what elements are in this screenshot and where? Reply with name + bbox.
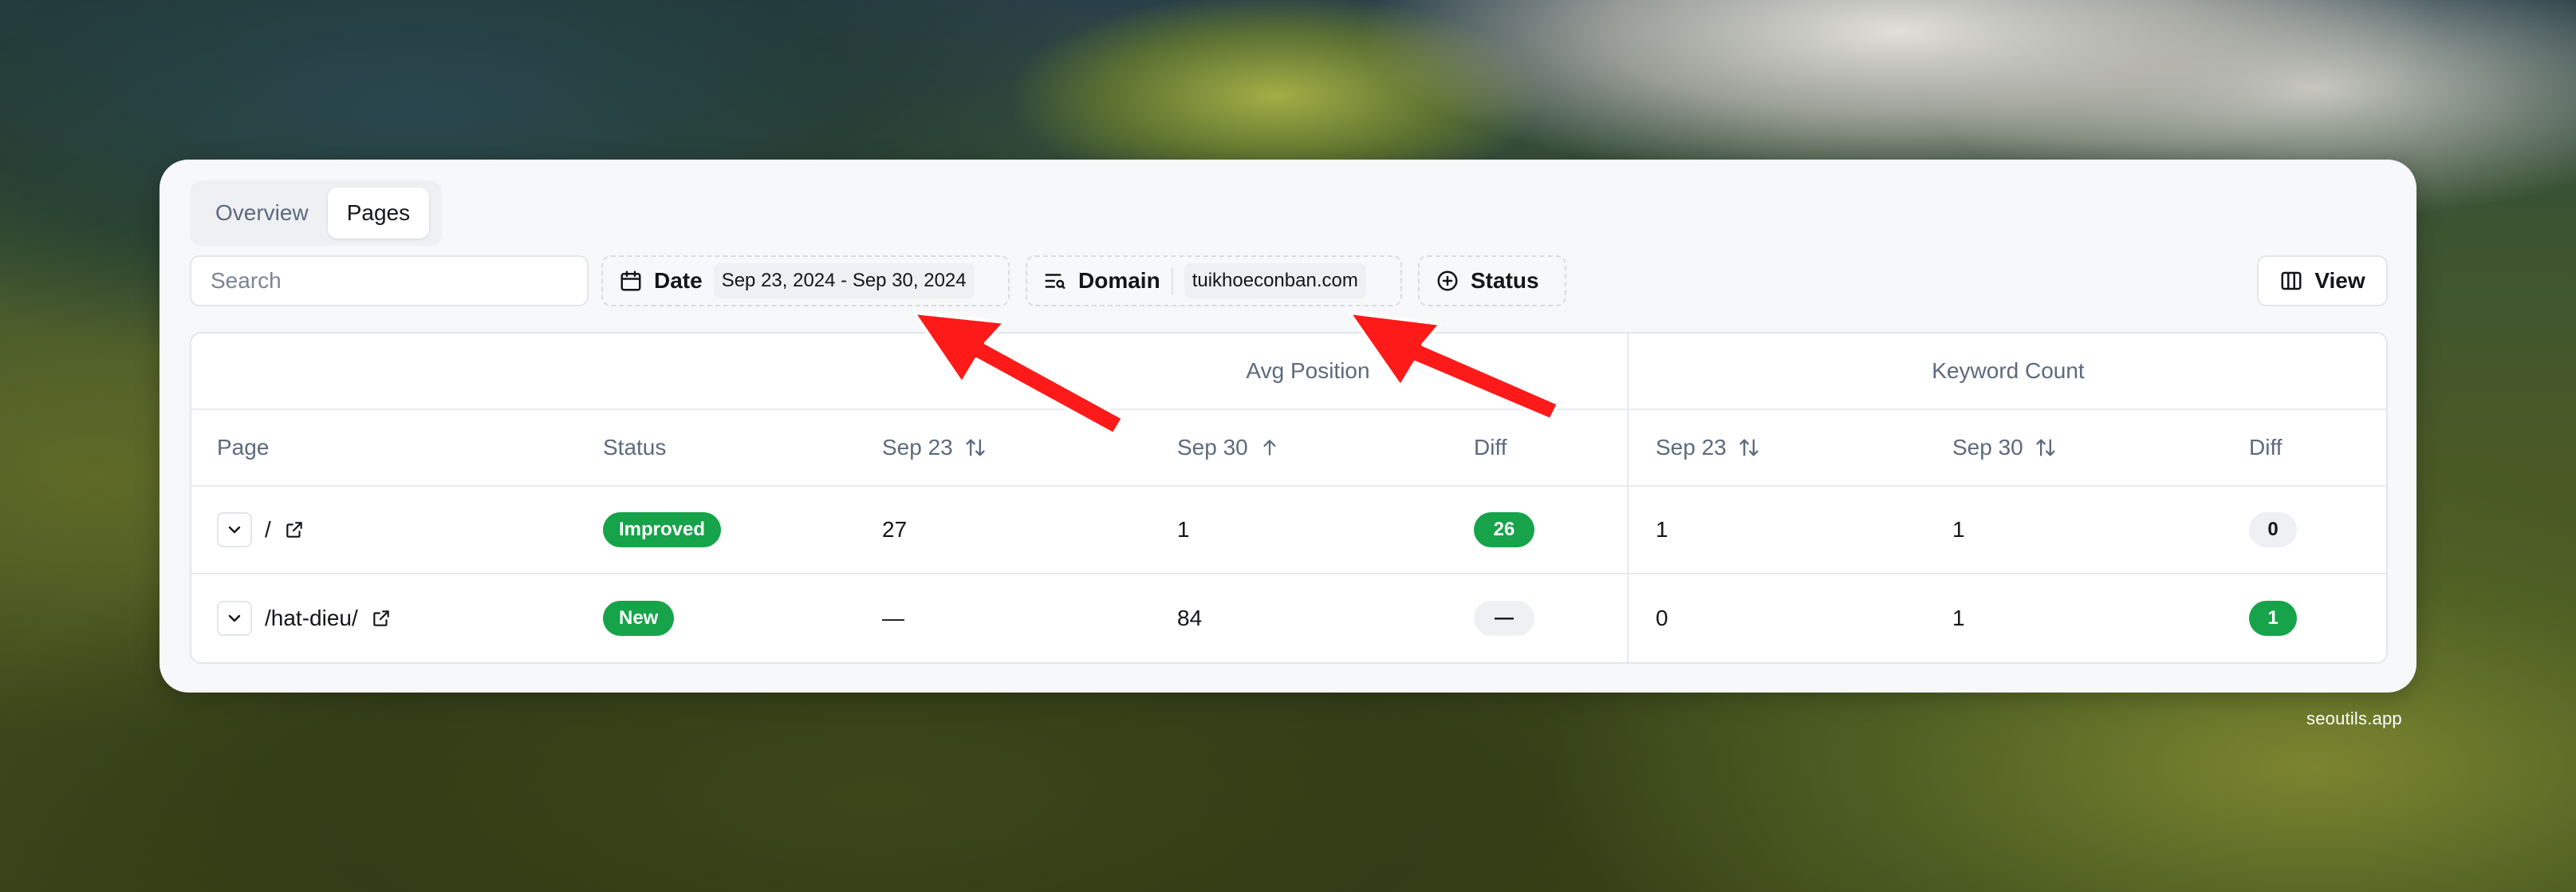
kw-sep30-cell: 1 [1952,517,1965,542]
date-range-chip: Sep 23, 2024 - Sep 30, 2024 [713,263,975,298]
col-header-label: Status [603,435,667,460]
columns-icon [2279,269,2303,293]
pos-sep30-cell: 1 [1177,517,1190,542]
pages-card: Overview Pages Date Sep 23, 2024 - Sep 3… [160,160,2416,693]
kw-sep23-cell: 0 [1656,606,1668,630]
sort-ascending-icon [1259,437,1280,458]
sort-icon [2034,436,2057,459]
col-header-page: Page [217,410,269,485]
expand-row-button[interactable] [217,512,252,547]
status-filter-label: Status [1471,268,1539,293]
external-link-icon[interactable] [284,519,305,540]
col-header-label: Sep 30 [1177,435,1248,460]
kw-diff-cell: 1 [2249,574,2297,662]
col-header-label: Sep 23 [1656,435,1727,460]
view-tabs: Overview Pages [190,180,442,246]
plus-circle-icon [1436,269,1459,293]
chevron-down-icon [228,526,241,534]
tab-pages[interactable]: Pages [327,187,430,239]
col-header-label: Page [217,435,270,460]
view-button-label: View [2314,268,2365,293]
page-path: / [265,517,271,542]
col-header-kw-sep23[interactable]: Sep 23 [1656,410,1760,485]
view-button[interactable]: View [2257,255,2388,306]
toolbar: Date Sep 23, 2024 - Sep 30, 2024 Domain … [190,255,2388,306]
page-cell: / [217,487,305,573]
col-header-label: Diff [1474,435,1507,460]
domain-chip: tuikhoeconban.com [1184,263,1366,298]
tab-overview[interactable]: Overview [196,187,328,239]
domain-filter-label: Domain [1078,268,1160,293]
kw-sep23-cell: 1 [1656,517,1668,542]
expand-row-button[interactable] [217,601,252,636]
sort-icon [964,436,987,459]
pos-diff-cell: — [1474,574,1534,662]
calendar-icon [619,269,643,293]
col-header-kw-diff: Diff [2249,410,2283,485]
status-cell: New [603,574,675,662]
col-header-status: Status [603,410,666,485]
col-header-kw-sep30[interactable]: Sep 30 [1952,410,2057,485]
table-header: Page Status Sep 23 Sep 30 Diff Sep 23 Se… [191,410,2386,487]
diff-badge: — [1474,601,1534,636]
filter-divider [1171,267,1173,294]
annotation-arrow-date [912,311,1125,436]
pages-table: Avg Position Keyword Count Page Status S… [190,332,2388,664]
col-header-label: Sep 30 [1952,435,2023,460]
pos-sep30-cell: 84 [1177,606,1203,630]
table-row[interactable]: / Improved 27 1 26 1 1 0 [191,487,2386,574]
kw-diff-cell: 0 [2249,487,2297,573]
kw-sep30-cell: 1 [1952,606,1965,630]
pos-sep23-cell: 27 [882,517,908,542]
col-header-pos-sep30[interactable]: Sep 30 [1177,410,1280,485]
table-row[interactable]: /hat-dieu/ New — 84 — 0 1 1 [191,574,2386,662]
group-keyword-count: Keyword Count [1932,358,2085,383]
col-header-label: Diff [2249,435,2283,460]
status-badge: New [603,601,675,636]
page-cell: /hat-dieu/ [217,574,392,662]
diff-badge: 26 [1474,512,1534,547]
diff-badge: 1 [2249,601,2297,636]
page-path: /hat-dieu/ [265,606,358,630]
date-filter-label: Date [654,268,703,293]
pos-sep23-cell: — [882,606,904,630]
watermark: seoutils.app [2306,708,2402,728]
chevron-down-icon [228,614,241,622]
table-group-header: Avg Position Keyword Count [191,334,2386,410]
external-link-icon[interactable] [371,608,392,629]
sort-icon [1738,436,1760,459]
diff-badge: 0 [2249,512,2297,547]
status-badge: Improved [603,512,722,547]
annotation-arrow-domain [1348,311,1560,421]
status-cell: Improved [603,487,722,573]
search-input[interactable] [190,255,589,306]
filter-list-icon [1043,269,1067,293]
pos-diff-cell: 26 [1474,487,1534,573]
